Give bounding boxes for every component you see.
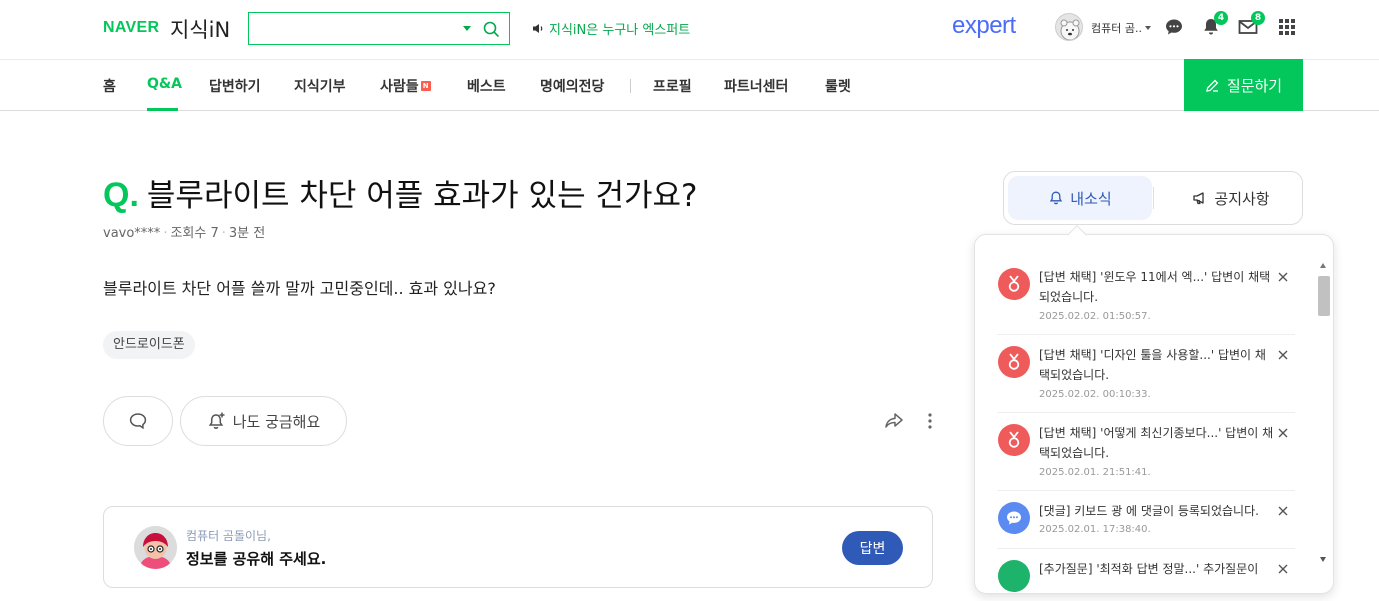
notification-item[interactable]: [추가질문] '최적화 답변 정말...' 추가질문이 [997,549,1295,593]
comment-icon [129,413,147,430]
answerer-avatar [134,526,177,569]
pencil-icon [1206,79,1219,92]
notification-panel: [답변 채택] '윈도우 11에서 엑...' 답변이 채택되었습니다. 202… [974,234,1334,594]
search-option-chevron-down-icon[interactable] [463,26,471,31]
new-badge: N [420,81,431,91]
nav-item-partner-center[interactable]: 파트너센터 [724,76,788,96]
notification-text: [답변 채택] '어떻게 최신기종보다...' 답변이 채택되었습니다. [1039,426,1274,460]
question-tag[interactable]: 안드로이드폰 [103,331,195,359]
nav-item-home[interactable]: 홈 [103,76,116,96]
ask-question-label: 질문하기 [1226,76,1283,95]
comment-button[interactable] [103,396,173,446]
scrollbar-thumb[interactable] [1318,276,1330,316]
question-author[interactable]: vavo**** [103,226,160,241]
bear-avatar-icon [1060,19,1080,40]
app-grid-icon[interactable] [1277,17,1297,37]
notification-item[interactable]: [댓글] 키보드 광 에 댓글이 등록되었습니다. 2025.02.01. 17… [997,491,1295,549]
scroll-up-arrow-icon[interactable] [1320,263,1326,268]
search-icon[interactable] [482,20,500,38]
ask-question-button[interactable]: 질문하기 [1184,59,1303,111]
mail-count-badge: 8 [1251,11,1265,25]
character-avatar-icon [134,526,177,569]
user-menu[interactable]: 컴퓨터 곰.. [1091,20,1151,36]
more-options-icon[interactable] [926,412,934,430]
user-name: 컴퓨터 곰.. [1091,22,1142,35]
question-title: Q. 블루라이트 차단 어플 효과가 있는 건가요? [103,170,697,215]
nav-divider [630,79,631,93]
notification-list: [답변 채택] '윈도우 11에서 엑...' 답변이 채택되었습니다. 202… [997,257,1295,593]
notification-date: 2025.02.02. 01:50:57. [1039,311,1151,322]
bell-icon [1050,191,1063,205]
tab-divider [1153,187,1154,209]
naver-logo[interactable]: NAVER [103,19,159,37]
adopt-medal-icon [998,346,1030,378]
nav-item-answer[interactable]: 답변하기 [209,76,261,96]
adopt-medal-icon [998,268,1030,300]
question-time: 3분 전 [228,226,266,241]
nav-item-hall-of-fame[interactable]: 명예의전당 [540,76,604,96]
alarm-button[interactable]: 4 [1201,11,1228,37]
curious-button[interactable]: 나도 궁금해요 [180,396,347,446]
nav-item-profile[interactable]: 프로필 [653,76,692,96]
answer-prompt-box: 컴퓨터 곰돌이님, 정보를 공유해 주세요. 답변 [103,506,933,588]
bell-plus-icon [208,412,225,429]
chevron-down-icon [1144,26,1151,30]
nav-item-roulette[interactable]: 룰렛 [825,76,851,96]
question-views: 조회수 7 [170,226,219,241]
tab-notice[interactable]: 공지사항 [1164,176,1298,220]
notification-item[interactable]: [답변 채택] '디자인 툴을 사용할...' 답변이 채택되었습니다. 202… [997,335,1295,413]
talk-bubble-icon[interactable] [1164,17,1184,37]
notification-date: 2025.02.02. 00:10:33. [1039,389,1151,400]
notification-item[interactable]: [답변 채택] '윈도우 11에서 엑...' 답변이 채택되었습니다. 202… [997,257,1295,335]
answer-prompt-text: 정보를 공유해 주세요. [186,550,327,568]
promo-text: 지식iN은 누구나 엑스퍼트 [549,23,691,38]
notification-item[interactable]: [답변 채택] '어떻게 최신기종보다...' 답변이 채택되었습니다. 202… [997,413,1295,491]
alarm-count-badge: 4 [1214,11,1228,25]
question-title-text: 블루라이트 차단 어플 효과가 있는 건가요? [146,178,698,214]
close-icon[interactable] [1278,350,1288,360]
adopt-medal-icon [998,424,1030,456]
mail-button[interactable]: 8 [1238,11,1265,37]
scroll-down-arrow-icon[interactable] [1320,557,1326,562]
answer-button[interactable]: 답변 [842,531,903,565]
close-icon[interactable] [1278,506,1288,516]
kin-logo[interactable]: 지식iN [170,14,230,44]
speaker-icon [533,24,543,33]
answerer-name: 컴퓨터 곰돌이님, [186,529,271,543]
notification-date: 2025.02.01. 21:51:41. [1039,467,1151,478]
followup-question-icon [998,560,1030,592]
nav-item-people[interactable]: 사람들 N [380,76,431,96]
nav-item-best[interactable]: 베스트 [467,76,506,96]
notification-text: [답변 채택] '윈도우 11에서 엑...' 답변이 채택되었습니다. [1039,270,1271,304]
tab-my-news-label: 내소식 [1070,189,1112,208]
main-nav: 홈 Q&A 답변하기 지식기부 사람들 N 베스트 명예의전당 프로필 파트너센터… [0,60,1379,111]
megaphone-icon [1193,192,1205,205]
tab-notice-label: 공지사항 [1214,189,1270,208]
nav-item-donation[interactable]: 지식기부 [294,76,346,96]
question-meta: vavo**** · 조회수 7 · 3분 전 [103,226,266,241]
notification-text: [답변 채택] '디자인 툴을 사용할...' 답변이 채택되었습니다. [1039,348,1266,382]
nav-item-people-label: 사람들 [380,79,419,95]
nav-active-indicator [147,108,178,111]
notification-date: 2025.02.01. 17:38:40. [1039,524,1151,535]
q-mark: Q. [103,176,139,214]
promo-banner[interactable]: 지식iN은 누구나 엑스퍼트 [532,19,690,38]
side-tab-bar: 내소식 공지사항 [1003,171,1303,225]
tab-my-news[interactable]: 내소식 [1008,176,1152,220]
curious-label: 나도 궁금해요 [232,412,321,431]
question-body: 블루라이트 차단 어플 쓸까 말까 고민중인데.. 효과 있나요? [103,279,496,298]
nav-item-qna[interactable]: Q&A [147,76,182,92]
notification-text: [추가질문] '최적화 답변 정말...' 추가질문이 [1039,562,1259,576]
top-header: NAVER 지식iN 지식iN은 누구나 엑스퍼트 expert 컴퓨터 곰.. [0,0,1379,60]
close-icon[interactable] [1278,564,1288,574]
user-avatar[interactable] [1055,13,1083,41]
search-input[interactable] [248,12,510,45]
comment-bubble-icon [998,502,1030,534]
notification-text: [댓글] 키보드 광 에 댓글이 등록되었습니다. [1039,504,1259,518]
share-icon[interactable] [883,411,905,431]
expert-logo[interactable]: expert [952,12,1016,40]
close-icon[interactable] [1278,272,1288,282]
close-icon[interactable] [1278,428,1288,438]
